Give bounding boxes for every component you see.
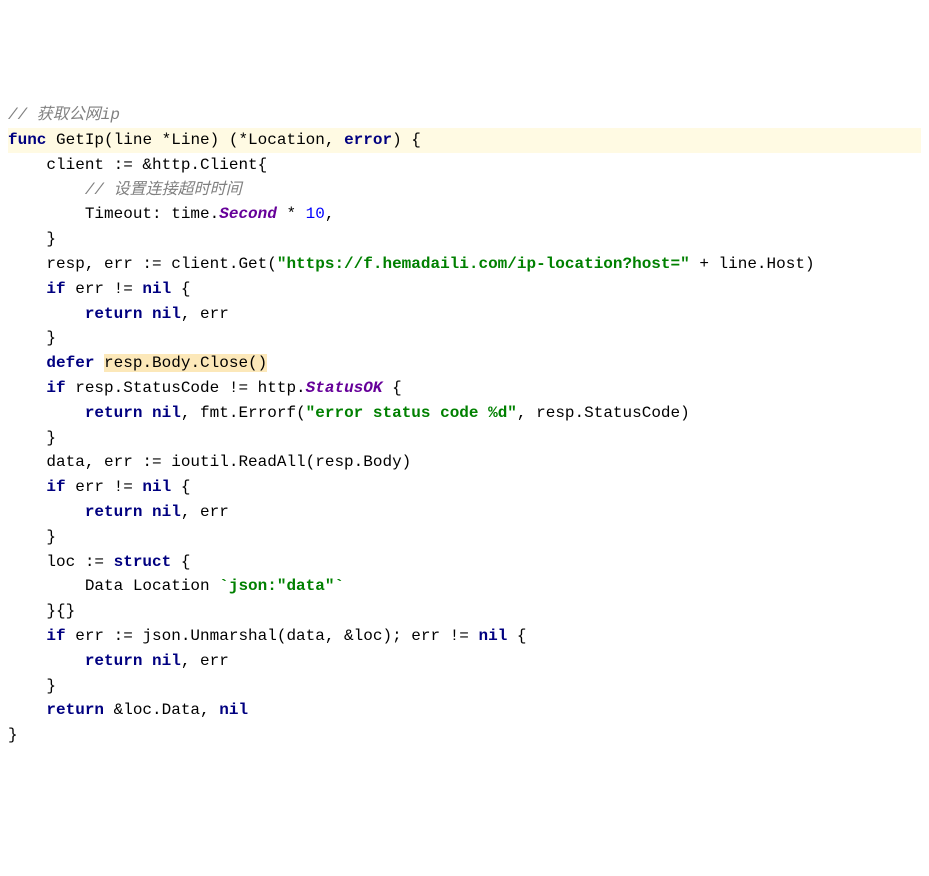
code-text: err !=	[66, 478, 143, 496]
code-line: return nil, err	[8, 500, 921, 525]
keyword-nil: nil	[142, 478, 171, 496]
comment: // 获取公网ip	[8, 106, 120, 124]
code-line: }	[8, 227, 921, 252]
code-text: resp, err := client.Get(	[46, 255, 276, 273]
keyword-return: return	[85, 503, 143, 521]
code-line: }	[8, 326, 921, 351]
code-text: Timeout: time.	[85, 205, 219, 223]
code-text: client := &http.Client{	[46, 156, 267, 174]
signature: (line *Line) (*Location,	[104, 131, 344, 149]
code-line: return &loc.Data, nil	[8, 698, 921, 723]
code-line: Timeout: time.Second * 10,	[8, 202, 921, 227]
code-editor[interactable]: // 获取公网ip func GetIp(line *Line) (*Locati…	[8, 103, 921, 748]
keyword-error: error	[344, 131, 392, 149]
keyword-nil: nil	[219, 701, 248, 719]
keyword-return: return	[85, 305, 143, 323]
keyword-nil: nil	[152, 652, 181, 670]
keyword-nil: nil	[152, 305, 181, 323]
brace: }	[8, 726, 18, 744]
code-line: }	[8, 723, 921, 748]
brace: {	[382, 379, 401, 397]
code-line: }	[8, 426, 921, 451]
code-text: }{}	[46, 602, 75, 620]
code-line: return nil, err	[8, 302, 921, 327]
comment: // 设置连接超时时间	[85, 181, 242, 199]
code-text: + line.Host)	[690, 255, 815, 273]
code-line: defer resp.Body.Close()	[8, 351, 921, 376]
code-text: &loc.Data,	[104, 701, 219, 719]
code-text: , err	[181, 503, 229, 521]
brace: }	[46, 230, 56, 248]
code-text: err !=	[66, 280, 143, 298]
code-text: ,	[325, 205, 335, 223]
brace: {	[171, 280, 190, 298]
highlighted-span: resp.Body.Close()	[104, 354, 267, 372]
signature-close: ) {	[392, 131, 421, 149]
keyword-func: func	[8, 131, 46, 149]
code-text: , err	[181, 652, 229, 670]
code-line: if err != nil {	[8, 277, 921, 302]
keyword-if: if	[46, 280, 65, 298]
code-text: *	[277, 205, 306, 223]
code-line: }	[8, 674, 921, 699]
keyword-return: return	[46, 701, 104, 719]
code-text: data, err := ioutil.ReadAll(resp.Body)	[46, 453, 411, 471]
code-line: resp, err := client.Get("https://f.hemad…	[8, 252, 921, 277]
code-line: if err := json.Unmarshal(data, &loc); er…	[8, 624, 921, 649]
keyword-defer: defer	[46, 354, 94, 372]
code-line: // 设置连接超时时间	[8, 178, 921, 203]
code-line: return nil, fmt.Errorf("error status cod…	[8, 401, 921, 426]
keyword-struct: struct	[114, 553, 172, 571]
brace: }	[46, 429, 56, 447]
code-line: // 获取公网ip	[8, 103, 921, 128]
code-line: return nil, err	[8, 649, 921, 674]
code-text: Data Location	[85, 577, 219, 595]
keyword-nil: nil	[152, 404, 181, 422]
keyword-nil: nil	[152, 503, 181, 521]
code-text: , fmt.Errorf(	[181, 404, 306, 422]
code-text: resp.Body.Close()	[104, 354, 267, 372]
brace: {	[171, 478, 190, 496]
identifier-statusok: StatusOK	[306, 379, 383, 397]
keyword-nil: nil	[142, 280, 171, 298]
code-line: if err != nil {	[8, 475, 921, 500]
code-line: Data Location `json:"data"`	[8, 574, 921, 599]
code-text: , err	[181, 305, 229, 323]
string-literal: "https://f.hemadaili.com/ip-location?hos…	[277, 255, 690, 273]
function-name: GetIp	[56, 131, 104, 149]
code-text: resp.StatusCode != http.	[66, 379, 306, 397]
brace: }	[46, 677, 56, 695]
code-text: loc :=	[46, 553, 113, 571]
keyword-if: if	[46, 379, 65, 397]
keyword-if: if	[46, 478, 65, 496]
code-line: }	[8, 525, 921, 550]
string-literal: "error status code %d"	[306, 404, 517, 422]
brace: }	[46, 329, 56, 347]
brace: {	[171, 553, 190, 571]
code-line: client := &http.Client{	[8, 153, 921, 178]
identifier-second: Second	[219, 205, 277, 223]
code-line: loc := struct {	[8, 550, 921, 575]
keyword-return: return	[85, 404, 143, 422]
code-line: }{}	[8, 599, 921, 624]
code-text: , resp.StatusCode)	[517, 404, 690, 422]
brace: }	[46, 528, 56, 546]
struct-tag: `json:"data"`	[219, 577, 344, 595]
code-line: data, err := ioutil.ReadAll(resp.Body)	[8, 450, 921, 475]
keyword-return: return	[85, 652, 143, 670]
code-line-highlighted: func GetIp(line *Line) (*Location, error…	[8, 128, 921, 153]
number-literal: 10	[306, 205, 325, 223]
code-line: if resp.StatusCode != http.StatusOK {	[8, 376, 921, 401]
